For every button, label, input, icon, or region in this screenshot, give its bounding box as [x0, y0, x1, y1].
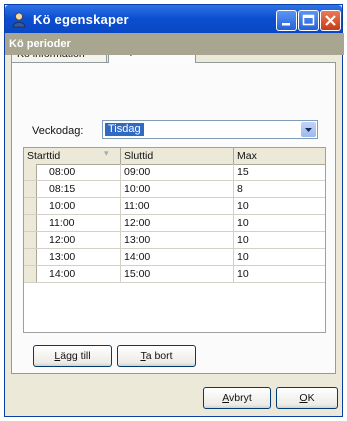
row-selector[interactable]	[24, 198, 37, 214]
periods-table[interactable]: Starttid ▾ Sluttid Max 08:00 09:00 15 08…	[23, 147, 326, 333]
cell-end[interactable]: 13:00	[121, 232, 234, 248]
cell-max[interactable]: 10	[234, 232, 325, 248]
column-header-end[interactable]: Sluttid	[121, 148, 234, 164]
ok-button-mnemonic: O	[299, 392, 308, 404]
weekday-label: Veckodag:	[32, 125, 84, 137]
minimize-icon[interactable]	[276, 10, 297, 31]
ok-button-label: K	[307, 392, 315, 404]
maximize-icon[interactable]	[298, 10, 319, 31]
row-selector[interactable]	[24, 232, 37, 248]
cell-end[interactable]: 11:00	[121, 198, 234, 214]
title-bar[interactable]: Kö egenskaper	[5, 5, 342, 35]
ok-button[interactable]: OK	[276, 387, 338, 409]
cell-end[interactable]: 10:00	[121, 181, 234, 197]
user-icon	[12, 12, 26, 28]
cell-end[interactable]: 14:00	[121, 249, 234, 265]
cell-max[interactable]: 10	[234, 198, 325, 214]
cell-start[interactable]: 11:00	[37, 215, 121, 231]
cell-max[interactable]: 8	[234, 181, 325, 197]
add-button-label: ägg till	[60, 350, 91, 362]
row-selector[interactable]	[24, 215, 37, 231]
cell-max[interactable]: 15	[234, 164, 325, 180]
cancel-button-label: vbryt	[229, 392, 252, 404]
table-header: Starttid ▾ Sluttid Max	[24, 148, 325, 165]
cell-max[interactable]: 10	[234, 266, 325, 282]
cell-start[interactable]: 14:00	[37, 266, 121, 282]
column-header-max[interactable]: Max	[234, 148, 325, 164]
table-row[interactable]: 11:00 12:00 10	[24, 215, 325, 232]
cell-max[interactable]: 10	[234, 249, 325, 265]
table-row[interactable]: 08:15 10:00 8	[24, 181, 325, 198]
table-row[interactable]: 14:00 15:00 10	[24, 266, 325, 283]
cell-start[interactable]: 12:00	[37, 232, 121, 248]
cell-start[interactable]: 10:00	[37, 198, 121, 214]
sort-indicator-icon: ▾	[104, 148, 109, 158]
weekday-select[interactable]: Tisdag	[102, 120, 318, 139]
table-row[interactable]: 13:00 14:00 10	[24, 249, 325, 266]
weekday-selected-value: Tisdag	[105, 123, 144, 136]
cancel-button-mnemonic: A	[222, 392, 230, 404]
section-header: Kö perioder	[5, 33, 344, 55]
cell-end[interactable]: 09:00	[121, 164, 234, 180]
window-title: Kö egenskaper	[33, 12, 129, 27]
row-selector[interactable]	[24, 181, 37, 197]
cell-max[interactable]: 10	[234, 215, 325, 231]
add-button[interactable]: Lägg till	[33, 345, 112, 367]
table-row[interactable]: 12:00 13:00 10	[24, 232, 325, 249]
cancel-button[interactable]: Avbryt	[203, 387, 271, 409]
row-selector[interactable]	[24, 164, 37, 180]
table-row[interactable]: 10:00 11:00 10	[24, 198, 325, 215]
cell-start[interactable]: 08:15	[37, 181, 121, 197]
close-icon[interactable]	[320, 10, 341, 31]
cell-start[interactable]: 13:00	[37, 249, 121, 265]
table-row[interactable]: 08:00 09:00 15	[24, 164, 325, 181]
row-selector[interactable]	[24, 249, 37, 265]
remove-button[interactable]: Ta bort	[117, 345, 196, 367]
remove-button-label: a bort	[145, 350, 173, 362]
cell-start[interactable]: 08:00	[37, 164, 121, 180]
chevron-down-icon[interactable]	[301, 122, 316, 137]
row-selector[interactable]	[24, 266, 37, 282]
cell-end[interactable]: 12:00	[121, 215, 234, 231]
cell-end[interactable]: 15:00	[121, 266, 234, 282]
